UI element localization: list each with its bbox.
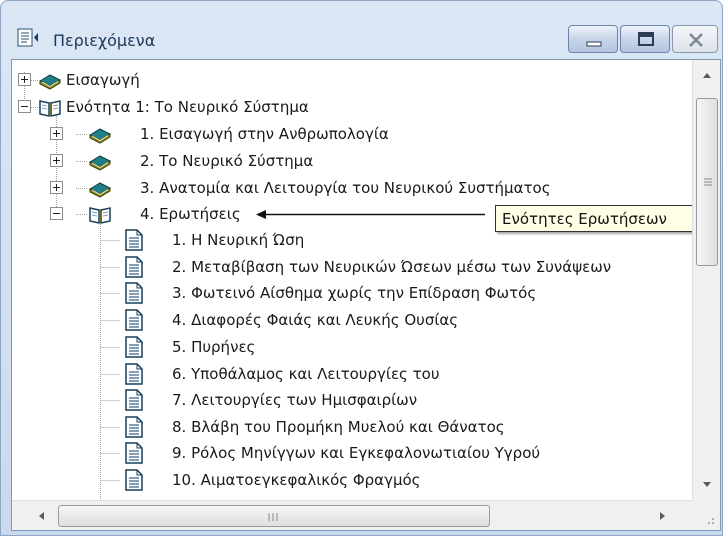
vertical-scrollbar[interactable] (692, 60, 720, 500)
resize-grip-icon (708, 518, 714, 524)
page-icon (122, 389, 146, 415)
tree-item-label: 2. Μεταβίβαση των Νευρικών Ώσεων μέσω τω… (172, 258, 612, 276)
tree-item-label: 1. Εισαγωγή στην Ανθρωπολογία (140, 125, 389, 143)
maximize-icon (638, 32, 654, 46)
tree-item[interactable]: 4. Διαφορές Φαιάς και Λευκής Ουσίας (12, 308, 692, 332)
tree-item[interactable]: 3. Φωτεινό Αίσθημα χωρίς την Επίδραση Φω… (12, 281, 692, 305)
contents-window-icon (17, 28, 39, 48)
tree-item[interactable]: Ενότητα 1: Το Νευρικό Σύστημα (12, 95, 692, 119)
book-closed-icon (88, 123, 112, 149)
tree-item-label: 3. Φωτεινό Αίσθημα χωρίς την Επίδραση Φω… (172, 284, 537, 302)
page-icon (122, 229, 146, 255)
resize-grip[interactable] (692, 500, 720, 530)
tree-item[interactable]: 3. Ανατομία και Λειτουργία του Νευρικού … (12, 176, 692, 200)
page-icon (122, 442, 146, 468)
page-icon (122, 416, 146, 442)
tree-item-label: 1. Η Νευρική Ώση (172, 231, 305, 249)
tree-item-label: 8. Βλάβη του Προμήκη Μυελού και Θάνατος (172, 418, 505, 436)
horizontal-scroll-thumb[interactable] (58, 505, 490, 527)
scroll-down-arrow-icon[interactable] (693, 470, 721, 500)
tree-item[interactable]: 10. Αιματοεγκεφαλικός Φραγμός (12, 468, 692, 492)
vertical-scroll-thumb[interactable] (696, 98, 718, 266)
tree-item[interactable]: 2. Μεταβίβαση των Νευρικών Ώσεων μέσω τω… (12, 255, 692, 279)
window-title: Περιεχόμενα (53, 31, 156, 50)
tree-item[interactable]: 5. Πυρήνες (12, 335, 692, 359)
page-icon (122, 363, 146, 389)
tree-item-label: 4. Ερωτήσεις (140, 205, 241, 223)
collapse-icon[interactable] (50, 207, 63, 220)
tree-item-label: 5. Πυρήνες (172, 338, 256, 356)
tree-panel: Εισαγωγή Ενότητα 1: Το Νευρικό Σύστημα 1. … (11, 59, 721, 531)
tree-item[interactable]: Εισαγωγή (12, 68, 692, 92)
tree-item-label: 6. Υποθάλαμος και Λειτουργίες του (172, 365, 440, 383)
tooltip-text: Ενότητες Ερωτήσεων (502, 210, 667, 228)
book-closed-icon (88, 177, 112, 203)
tree-item[interactable]: 9. Ρόλος Μηνίγγων και Εγκεφαλονωτιαίου Υ… (12, 441, 692, 465)
minimize-icon (586, 41, 602, 47)
close-button[interactable] (672, 25, 718, 53)
tree-item[interactable]: 1. Εισαγωγή στην Ανθρωπολογία (12, 122, 692, 146)
tree-item[interactable]: 8. Βλάβη του Προμήκη Μυελού και Θάνατος (12, 415, 692, 439)
book-closed-icon (38, 69, 62, 95)
tree-item-label: Ενότητα 1: Το Νευρικό Σύστημα (66, 98, 309, 116)
page-icon (122, 336, 146, 362)
tree-item-label: 2. Το Νευρικό Σύστημα (140, 152, 314, 170)
scroll-right-arrow-icon[interactable] (648, 501, 678, 531)
tree-item-label: 10. Αιματοεγκεφαλικός Φραγμός (172, 471, 421, 489)
book-open-icon (38, 96, 62, 122)
horizontal-scrollbar[interactable] (12, 500, 692, 530)
title-bar[interactable]: Περιεχόμενα (1, 1, 722, 53)
tooltip-question-sections: Ενότητες Ερωτήσεων (495, 205, 701, 232)
book-closed-icon (88, 150, 112, 176)
expand-icon[interactable] (50, 181, 63, 194)
tree-item[interactable]: 6. Υποθάλαμος και Λειτουργίες του (12, 362, 692, 386)
grip-lines-icon (268, 513, 278, 521)
page-icon (122, 256, 146, 282)
collapse-icon[interactable] (18, 100, 31, 113)
page-icon (122, 309, 146, 335)
expand-icon[interactable] (50, 154, 63, 167)
tree-item-label: Εισαγωγή (66, 71, 140, 89)
tree-item[interactable]: 7. Λειτουργίες των Ημισφαιρίων (12, 388, 692, 412)
tree-item-label: 7. Λειτουργίες των Ημισφαιρίων (172, 391, 418, 409)
scroll-left-arrow-icon[interactable] (26, 501, 56, 531)
maximize-button[interactable] (620, 25, 670, 53)
scroll-up-arrow-icon[interactable] (693, 60, 721, 90)
contents-window: Περιεχόμενα Εισαγωγή Ενότητα 1: Το Νευρι… (0, 0, 723, 536)
tree-item[interactable]: 2. Το Νευρικό Σύστημα (12, 149, 692, 173)
contents-tree[interactable]: Εισαγωγή Ενότητα 1: Το Νευρικό Σύστημα 1. … (12, 60, 692, 500)
minimize-button[interactable] (568, 25, 618, 53)
book-open-icon (88, 203, 112, 229)
tree-item-label: 4. Διαφορές Φαιάς και Λευκής Ουσίας (172, 311, 459, 329)
expand-icon[interactable] (50, 127, 63, 140)
page-icon (122, 282, 146, 308)
close-icon (689, 33, 703, 47)
page-icon (122, 469, 146, 495)
grip-lines-icon (704, 178, 712, 186)
expand-icon[interactable] (18, 73, 31, 86)
tree-item-label: 3. Ανατομία και Λειτουργία του Νευρικού … (140, 179, 551, 197)
tree-item-label: 9. Ρόλος Μηνίγγων και Εγκεφαλονωτιαίου Υ… (172, 444, 541, 462)
